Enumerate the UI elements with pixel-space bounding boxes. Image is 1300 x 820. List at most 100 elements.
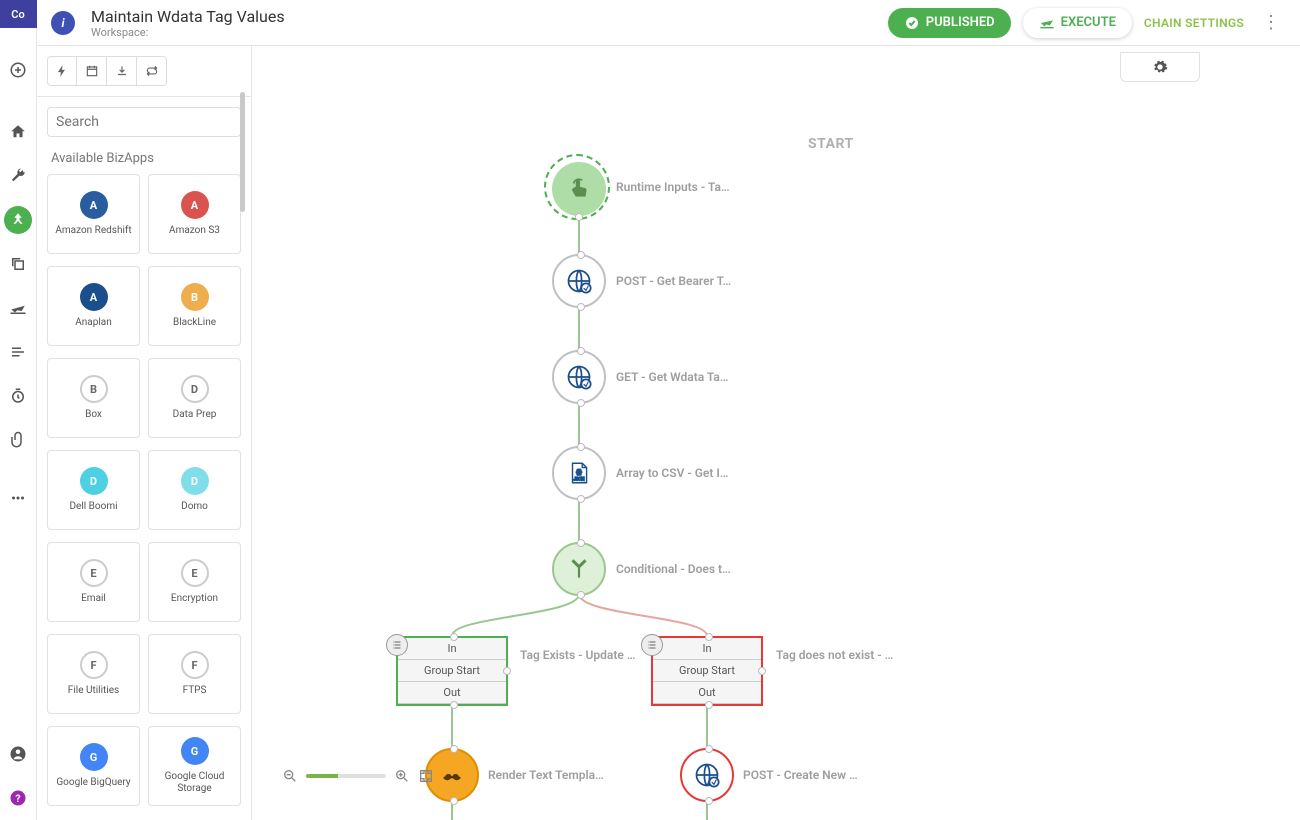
kebab-icon[interactable]: ⋮ <box>1256 12 1286 33</box>
more-icon[interactable] <box>4 484 32 512</box>
bizapp-card[interactable]: EEncryption <box>148 542 241 622</box>
bizapp-label: File Utilities <box>68 685 119 697</box>
bizapp-icon: F <box>80 651 108 679</box>
sidebar: Available BizApps AAmazon RedshiftAAmazo… <box>37 46 252 820</box>
bizapp-label: Anaplan <box>75 317 112 329</box>
canvas-settings-button[interactable] <box>1120 52 1200 82</box>
group-label: Tag Exists - Update … <box>520 648 635 662</box>
node-conditional[interactable] <box>552 542 606 596</box>
list-badge-icon <box>386 634 408 656</box>
wrench-icon[interactable] <box>4 162 32 190</box>
svg-text:JSON: JSON <box>573 478 584 483</box>
node-http-get[interactable] <box>552 350 606 404</box>
add-icon[interactable] <box>4 56 32 84</box>
bizapp-card[interactable]: F FTPS <box>148 634 241 714</box>
node-label: POST - Create New … <box>743 768 858 782</box>
bizapp-icon: D <box>181 467 209 495</box>
bizapp-icon: D <box>80 467 108 495</box>
bizapp-label: Google BigQuery <box>56 777 130 789</box>
chain-settings-link[interactable]: CHAIN SETTINGS <box>1144 16 1244 30</box>
node-post-create[interactable] <box>680 748 734 802</box>
published-button[interactable]: PUBLISHED <box>888 8 1011 38</box>
header: i Maintain Wdata Tag Values Workspace: P… <box>37 0 1300 46</box>
plane-icon[interactable] <box>4 294 32 322</box>
bizapp-label: Box <box>85 409 102 421</box>
branch-icon[interactable] <box>4 206 32 234</box>
info-icon[interactable]: i <box>51 11 75 35</box>
zoom-out-icon[interactable] <box>282 768 298 784</box>
bizapp-icon: G <box>80 743 108 771</box>
list-badge-icon <box>641 634 663 656</box>
bizapp-icon: A <box>80 191 108 219</box>
bizapp-card[interactable]: D Domo <box>148 450 241 530</box>
attach-icon[interactable] <box>4 426 32 454</box>
start-label: START <box>808 136 854 152</box>
node-trigger[interactable] <box>552 162 606 216</box>
mustache-icon <box>439 762 465 788</box>
bizapp-card[interactable]: BBox <box>47 358 140 438</box>
help-icon[interactable]: ? <box>4 784 32 812</box>
node-label: GET - Get Wdata Ta… <box>616 370 729 384</box>
bizapp-label: Dell Boomi <box>69 501 117 513</box>
bizapp-label: FTPS <box>183 685 207 697</box>
svg-text:?: ? <box>15 792 20 805</box>
calendar-tool-icon[interactable] <box>77 56 107 86</box>
group-box-notexists[interactable]: In Group Start Out <box>651 636 763 706</box>
bizapp-card[interactable]: EEmail <box>47 542 140 622</box>
copy-icon[interactable] <box>4 250 32 278</box>
check-circle-icon <box>904 15 920 31</box>
list-icon[interactable] <box>4 338 32 366</box>
gear-icon <box>1152 59 1168 75</box>
trigger-tool-icon[interactable] <box>47 56 77 86</box>
execute-button[interactable]: EXECUTE <box>1023 8 1132 38</box>
bizapp-icon: G <box>181 737 209 765</box>
zoom-in-icon[interactable] <box>394 768 410 784</box>
bizapp-card[interactable]: D Dell Boomi <box>47 450 140 530</box>
bizapp-icon: F <box>181 651 209 679</box>
app-logo: Co <box>0 0 37 28</box>
bizapp-label: Data Prep <box>173 409 217 421</box>
account-icon[interactable] <box>4 740 32 768</box>
left-rail: Co ? <box>0 0 37 820</box>
bizapp-icon: A <box>181 191 209 219</box>
bizapp-label: BlackLine <box>173 317 216 329</box>
node-label: POST - Get Bearer T… <box>616 274 731 288</box>
loop-tool-icon[interactable] <box>137 56 167 86</box>
bizapp-card[interactable]: F File Utilities <box>47 634 140 714</box>
node-label: Conditional - Does t… <box>616 562 731 576</box>
bizapp-label: Domo <box>181 501 208 513</box>
bizapp-card[interactable]: A Amazon S3 <box>148 174 241 254</box>
plane-icon <box>1039 15 1055 31</box>
home-icon[interactable] <box>4 118 32 146</box>
zoom-controls <box>282 768 434 784</box>
workspace-label: Workspace: <box>91 26 888 39</box>
bizapp-icon: E <box>181 559 209 587</box>
clock-icon[interactable] <box>4 382 32 410</box>
bizapp-card[interactable]: B BlackLine <box>148 266 241 346</box>
bizapp-icon: A <box>80 283 108 311</box>
branch-icon <box>566 556 592 582</box>
bizapp-label: Amazon S3 <box>169 225 220 237</box>
bizapp-card[interactable]: A Anaplan <box>47 266 140 346</box>
search-input[interactable] <box>47 107 241 137</box>
bizapp-card[interactable]: G Google BigQuery <box>47 726 140 806</box>
node-http-post[interactable] <box>552 254 606 308</box>
fit-icon[interactable] <box>418 768 434 784</box>
svg-text:{i}: {i} <box>576 467 582 476</box>
json-file-icon: {i} JSON <box>566 460 592 486</box>
bizapp-icon: B <box>181 283 209 311</box>
bizapp-card[interactable]: A Amazon Redshift <box>47 174 140 254</box>
scrollbar[interactable] <box>240 92 245 212</box>
download-tool-icon[interactable] <box>107 56 137 86</box>
node-json[interactable]: {i} JSON <box>552 446 606 500</box>
group-box-exists[interactable]: In Group Start Out <box>396 636 508 706</box>
bizapp-icon: D <box>181 375 209 403</box>
bizapp-label: Amazon Redshift <box>55 225 131 237</box>
globe-icon <box>565 363 593 391</box>
bizapp-card[interactable]: D Data Prep <box>148 358 241 438</box>
node-label: Render Text Templa… <box>488 768 604 782</box>
bizapp-card[interactable]: GGoogle Cloud Storage <box>148 726 241 806</box>
flow-canvas[interactable]: START <box>252 46 1300 820</box>
zoom-slider[interactable] <box>306 774 386 778</box>
bizapp-label: Email <box>81 593 106 605</box>
